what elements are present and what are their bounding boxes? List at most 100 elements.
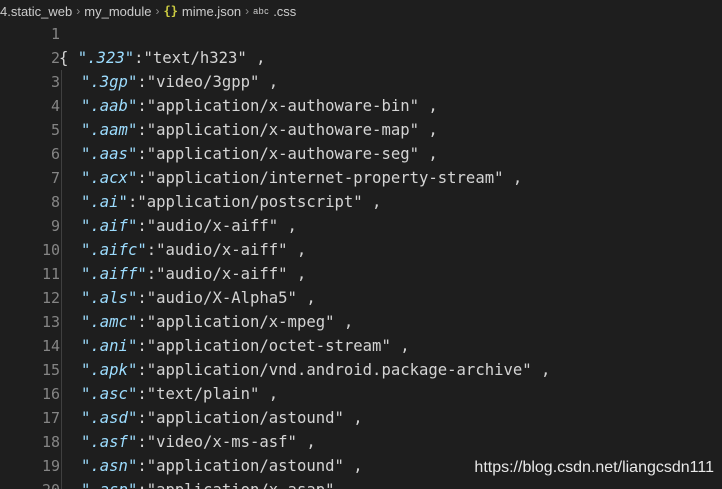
code-line[interactable]: 1 <box>0 22 722 46</box>
code-line[interactable]: 12 ".als":"audio/X-Alpha5" , <box>0 286 722 310</box>
code-line[interactable]: 10 ".aifc":"audio/x-aiff" , <box>0 238 722 262</box>
json-key: ".asc" <box>81 385 138 403</box>
line-number: 3 <box>50 73 60 91</box>
line-number: 15 <box>41 361 60 379</box>
comma-token: , <box>259 73 279 91</box>
code-line[interactable]: 9 ".aif":"audio/x-aiff" , <box>0 214 722 238</box>
json-value: :"application/postscript" <box>127 193 363 211</box>
code-text: ".asn":"application/astound" , <box>81 454 363 478</box>
breadcrumb-item-css-symbol[interactable]: abc .css <box>253 4 296 19</box>
json-value: :"application/x-mpeg" <box>137 313 335 331</box>
code-line[interactable]: 2{ ".323":"text/h323" , <box>0 46 722 70</box>
line-number: 14 <box>41 337 60 355</box>
line-number: 7 <box>50 169 60 187</box>
json-value: :"application/x-asap" <box>137 481 334 489</box>
comma-token: , <box>287 241 307 259</box>
indent-guide <box>61 70 62 94</box>
code-editor[interactable]: 1 2{ ".323":"text/h323" , 3 ".3gp":"video/3… <box>0 22 722 489</box>
line-number: 4 <box>50 97 60 115</box>
code-text: ".asd":"application/astound" , <box>81 406 363 430</box>
json-key: ".amc" <box>81 313 138 331</box>
json-key: ".asp" <box>81 481 137 489</box>
code-text: ".aiff":"audio/x-aiff" , <box>81 262 306 286</box>
watermark: https://blog.csdn.net/liangcsdn111 <box>474 459 714 476</box>
code-text: ".aam":"application/x-authoware-map" , <box>81 118 438 142</box>
code-line[interactable]: 8 ".ai":"application/postscript" , <box>0 190 722 214</box>
comma-token: , <box>259 385 279 403</box>
comma-token: , <box>390 337 410 355</box>
code-line[interactable]: 13 ".amc":"application/x-mpeg" , <box>0 310 722 334</box>
code-line[interactable]: 14 ".ani":"application/octet-stream" , <box>0 334 722 358</box>
code-line[interactable]: 5 ".aam":"application/x-authoware-map" , <box>0 118 722 142</box>
line-number: 9 <box>50 217 60 235</box>
indent-guide <box>61 142 62 166</box>
json-value: :"text/plain" <box>137 385 260 403</box>
json-value: :"application/astound" <box>137 409 344 427</box>
code-line[interactable]: 7 ".acx":"application/internet-property-s… <box>0 166 722 190</box>
comma-token: , <box>296 289 316 307</box>
line-number: 19 <box>41 457 60 475</box>
json-value: :"application/octet-stream" <box>137 337 391 355</box>
indent-guide <box>61 334 62 358</box>
code-line[interactable]: 15 ".apk":"application/vnd.android.packag… <box>0 358 722 382</box>
code-line[interactable]: 17 ".asd":"application/astound" , <box>0 406 722 430</box>
json-key: ".asf" <box>81 433 138 451</box>
breadcrumb-item-static-web[interactable]: 4.static_web <box>0 4 72 19</box>
code-line[interactable]: 18 ".asf":"video/x-ms-asf" , <box>0 430 722 454</box>
indent-guide <box>61 118 62 142</box>
indent-guide <box>61 286 62 310</box>
chevron-right-icon: › <box>245 4 250 18</box>
json-value: :"audio/X-Alpha5" <box>137 289 297 307</box>
comma-token: , <box>343 457 363 475</box>
json-key: ".als" <box>81 289 138 307</box>
code-line[interactable]: 6 ".aas":"application/x-authoware-seg" , <box>0 142 722 166</box>
json-value: :"application/x-authoware-map" <box>137 121 419 139</box>
comma-token: , <box>419 121 438 139</box>
breadcrumb-label: mime.json <box>181 3 242 19</box>
breadcrumb-label: my_module <box>84 3 152 19</box>
indent-guide <box>61 214 62 238</box>
json-value: :"video/x-ms-asf" <box>137 433 297 451</box>
code-text: ".asc":"text/plain" , <box>81 382 278 406</box>
json-key: ".ai" <box>81 193 128 211</box>
comma-token: , <box>296 433 316 451</box>
line-number: 13 <box>41 313 60 331</box>
comma-token: , <box>531 361 551 379</box>
indent-guide <box>61 262 62 286</box>
json-value: :"application/x-authoware-seg" <box>137 145 419 163</box>
json-key: ".323" <box>77 49 135 67</box>
indent-guide <box>61 454 62 478</box>
indent-guide <box>61 430 62 454</box>
code-line[interactable]: 4 ".aab":"application/x-authoware-bin" , <box>0 94 722 118</box>
line-number: 17 <box>41 409 60 427</box>
code-line[interactable]: 11 ".aiff":"audio/x-aiff" , <box>0 262 722 286</box>
code-text: { ".323":"text/h323" , <box>59 46 266 70</box>
breadcrumb-item-mime-json[interactable]: {} mime.json <box>163 4 241 19</box>
code-text: ".asf":"video/x-ms-asf" , <box>81 430 316 454</box>
json-value: :"application/astound" <box>137 457 344 475</box>
breadcrumb-label: .css <box>273 3 297 19</box>
json-value: :"text/h323" <box>134 49 247 67</box>
code-line[interactable]: 20 ".asp":"application/x-asap" , <box>0 478 722 489</box>
code-text: ".acx":"application/internet-property-st… <box>81 166 522 190</box>
code-text: ".amc":"application/x-mpeg" , <box>81 310 353 334</box>
code-line[interactable]: 3 ".3gp":"video/3gpp" , <box>0 70 722 94</box>
indent-guide <box>61 310 62 334</box>
line-number: 1 <box>50 25 60 43</box>
breadcrumb-item-my-module[interactable]: my_module <box>84 4 151 19</box>
code-text: ".aifc":"audio/x-aiff" , <box>81 238 306 262</box>
chevron-right-icon: › <box>76 4 81 18</box>
comma-token: , <box>334 313 354 331</box>
code-text: ".aas":"application/x-authoware-seg" , <box>81 142 438 166</box>
json-value: :"video/3gpp" <box>137 73 260 91</box>
line-number: 8 <box>50 193 60 211</box>
indent-guide <box>61 358 62 382</box>
comma-token: , <box>503 169 523 187</box>
json-file-icon: {} <box>163 4 178 18</box>
json-key: ".aifc" <box>81 241 147 259</box>
json-key: ".aam" <box>81 121 138 139</box>
code-text: ".aif":"audio/x-aiff" , <box>81 214 297 238</box>
line-number: 12 <box>41 289 60 307</box>
comma-token: , <box>419 97 438 115</box>
code-line[interactable]: 16 ".asc":"text/plain" , <box>0 382 722 406</box>
